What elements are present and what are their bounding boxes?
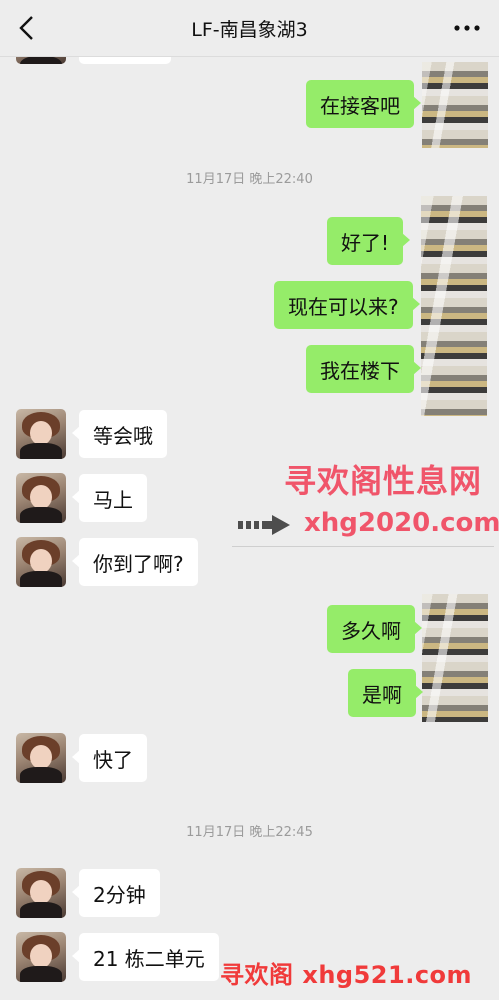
contact-avatar[interactable] [16,537,66,587]
self-avatar[interactable] [422,62,488,148]
contact-avatar[interactable] [16,473,66,523]
message-bubble[interactable]: 在接客吧 [306,80,421,128]
contact-avatar[interactable] [16,409,66,459]
watermark-divider [232,546,494,547]
self-avatar[interactable] [422,594,488,722]
chat-title: LF-南昌象湖3 [191,19,308,41]
chat-area[interactable]: 在接客吧 11月17日 晚上22:40 好了! 现在可以来? 我在楼下 等会哦 … [0,0,499,1000]
message-bubble[interactable]: 你到了啊? [72,538,198,586]
message-bubble[interactable]: 是啊 [348,669,423,717]
message-bubble[interactable]: 马上 [72,474,147,522]
watermark-title: 寻欢阁性息网 [284,462,483,500]
message-timestamp: 11月17日 晚上22:40 [186,172,313,187]
arrow-right-icon [238,515,290,535]
watermark-url: xhg2020.com [304,508,499,538]
contact-avatar[interactable] [16,932,66,982]
message-bubble[interactable]: 现在可以来? [274,281,420,329]
watermark-bottom: 寻欢阁 xhg521.com [220,961,473,989]
message-bubble[interactable]: 快了 [72,734,147,782]
message-bubble[interactable]: 等会哦 [72,410,167,458]
message-timestamp: 11月17日 晚上22:45 [186,825,313,840]
message-bubble[interactable]: 我在楼下 [306,345,421,393]
message-bubble[interactable]: 好了! [327,217,411,265]
message-bubble[interactable]: 2分钟 [72,869,160,917]
more-dots-icon [454,25,480,31]
message-bubble[interactable]: 21 栋二单元 [72,933,219,981]
self-avatar[interactable] [421,196,487,416]
more-button[interactable] [449,14,485,42]
top-bar: LF-南昌象湖3 [0,0,499,57]
contact-avatar[interactable] [16,868,66,918]
message-bubble[interactable]: 多久啊 [327,605,422,653]
contact-avatar[interactable] [16,733,66,783]
